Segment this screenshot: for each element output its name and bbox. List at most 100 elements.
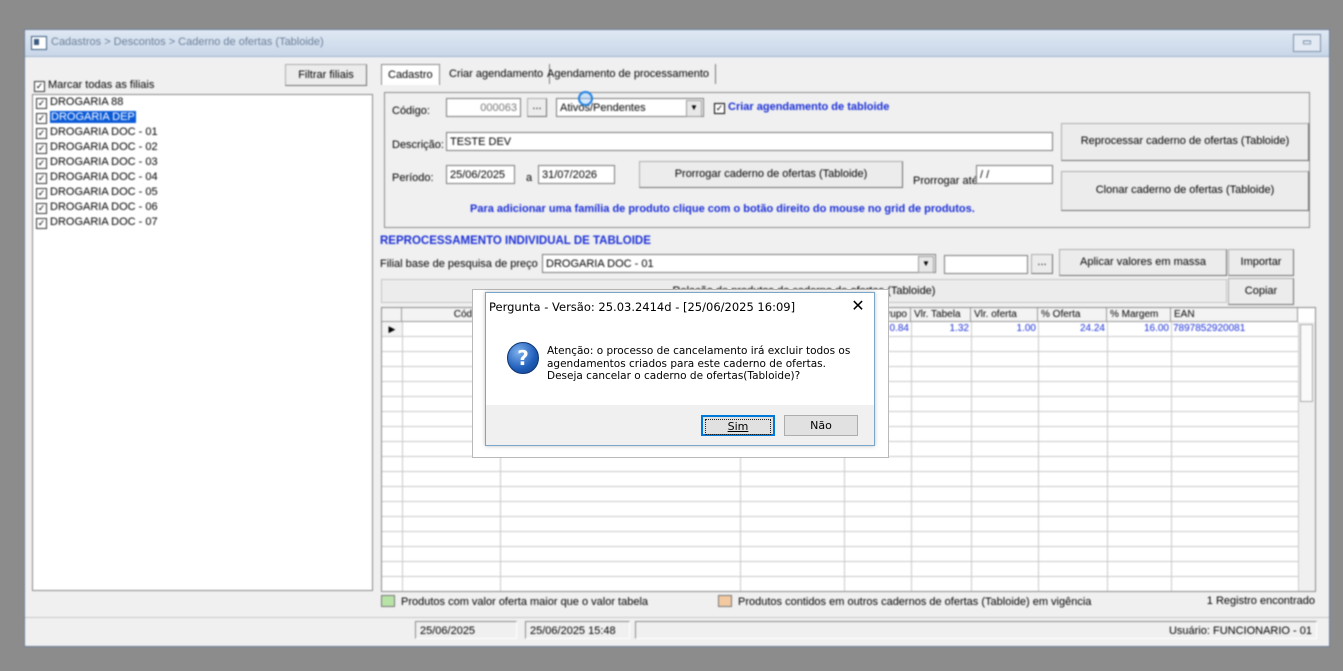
cell-pct-oferta[interactable]: 24.24 [1038,322,1107,336]
status-date: 25/06/2025 [415,621,517,639]
filial-item[interactable]: ✓ DROGARIA DOC - 03 [33,155,372,170]
filial-item[interactable]: ✓ DROGARIA DOC - 02 [33,140,372,155]
grid-row-line [382,486,1298,487]
status-datetime: 25/06/2025 15:48 [525,621,630,639]
codigo-browse-button[interactable]: ... [527,98,547,117]
filial-browse-button[interactable]: ... [1031,254,1053,274]
grid-row-line [382,471,1298,472]
tab-criar-agendamento[interactable]: Criar agendamento [443,64,551,84]
descricao-field[interactable]: TESTE DEV [446,132,1053,151]
chevron-down-icon[interactable]: ▼ [918,256,934,273]
filial-item[interactable]: ✓ DROGARIA DOC - 04 [33,170,372,185]
col-pct-oferta[interactable]: % Oferta [1038,308,1107,322]
grid-col-line [402,322,403,591]
importar-button[interactable]: Importar [1228,249,1294,276]
filial-base-value: DROGARIA DOC - 01 [546,258,654,270]
periodo-a-label: a [526,172,533,184]
legend-green-label: Produtos com valor oferta maior que o va… [401,596,649,608]
grid-row-line [382,546,1298,547]
filial-item[interactable]: ✓ DROGARIA 88 [33,95,372,110]
checkbox-checked-icon[interactable]: ✓ [36,113,47,124]
cadastro-panel: Código: 000063 ... Ativos/Pendentes ▼ ✓ C… [384,91,1310,228]
periodo-inicio-field[interactable]: 25/06/2025 [446,165,515,184]
app-icon [31,36,47,50]
grid-row-line [382,531,1298,532]
nao-label: Não [810,419,832,432]
filial-item-label: DROGARIA DEP [50,111,136,123]
copiar-button[interactable]: Copiar [1228,278,1294,305]
filial-item[interactable]: ✓ DROGARIA DOC - 05 [33,185,372,200]
record-count: 1 Registro encontrado [1206,595,1315,607]
col-vlr-tabela[interactable]: Vlr. Tabela [911,308,971,322]
filial-base-select[interactable]: DROGARIA DOC - 01 ▼ [542,254,936,273]
checkbox-checked-icon[interactable]: ✓ [36,158,47,169]
col-pct-margem[interactable]: % Margem [1107,308,1171,322]
criar-agendamento-checkbox[interactable]: ✓ Criar agendamento de tabloide [714,101,889,114]
checkbox-checked-icon[interactable]: ✓ [36,188,47,199]
periodo-label: Período: [392,172,434,184]
filial-item[interactable]: ✓ DROGARIA DOC - 07 [33,215,372,230]
criar-agendamento-label: Criar agendamento de tabloide [728,101,890,113]
legend-green: Produtos com valor oferta maior que o va… [381,595,648,608]
legend-orange-swatch [718,595,732,607]
filtrar-filiais-button[interactable]: Filtrar filiais [285,64,367,86]
descricao-label: Descrição: [392,139,444,151]
grid-col-line [971,322,972,591]
cell-vlr-tabela[interactable]: 1.32 [911,322,971,336]
grid-vertical-scrollbar[interactable] [1298,322,1315,591]
window-title: Cadastros > Descontos > Caderno de ofert… [51,36,324,48]
prorrogar-ate-field[interactable]: / / [976,165,1053,184]
col-ean[interactable]: EAN [1171,308,1298,322]
filial-code-field[interactable] [944,255,1028,274]
checkbox-checked-icon[interactable]: ✓ [36,203,47,214]
prorrogar-ate-label: Prorrogar até: [913,175,981,187]
nao-button[interactable]: Não [784,415,858,436]
filial-item-label: DROGARIA DOC - 06 [50,201,158,213]
filial-item[interactable]: ✓ DROGARIA DOC - 06 [33,200,372,215]
dialog-footer: Sim Não [486,405,874,445]
cell-ean[interactable]: 7897852920081 [1171,322,1298,336]
grid-col-line [1171,322,1172,591]
codigo-field[interactable]: 000063 [446,98,521,117]
chevron-down-icon[interactable]: ▼ [686,100,702,117]
legend-green-swatch [381,595,395,607]
periodo-fim-field[interactable]: 31/07/2026 [538,165,615,184]
select-all-filiais[interactable]: ✓ Marcar todas as filiais [34,79,154,92]
filiais-list[interactable]: ✓ DROGARIA 88 ✓ DROGARIA DEP ✓ DROGARIA DOC -… [32,94,373,591]
checkbox-checked-icon[interactable]: ✓ [36,143,47,154]
close-icon[interactable]: ✕ [850,296,866,315]
filial-item-label: DROGARIA DOC - 04 [50,171,158,183]
filial-item-label: DROGARIA DOC - 03 [50,156,158,168]
col-vlr-oferta[interactable]: Vlr. oferta [971,308,1038,322]
codigo-label: Código: [392,105,430,117]
question-icon: ? [507,342,539,374]
grid-row-line [382,576,1298,577]
cell-pct-margem[interactable]: 16.00 [1107,322,1171,336]
filial-item-label: DROGARIA DOC - 02 [50,141,158,153]
restore-window-icon[interactable]: ▭ [1293,34,1321,52]
reprocessar-button[interactable]: Reprocessar caderno de ofertas (Tabloide… [1061,123,1309,161]
filial-item[interactable]: ✓ DROGARIA DOC - 01 [33,125,372,140]
sim-button[interactable]: Sim [701,415,775,436]
grid-col-line [1038,322,1039,591]
checkbox-checked-icon[interactable]: ✓ [36,218,47,229]
clonar-button[interactable]: Clonar caderno de ofertas (Tabloide) [1061,171,1309,211]
tab-cadastro[interactable]: Cadastro [381,64,440,85]
aplicar-valores-button[interactable]: Aplicar valores em massa [1059,249,1227,276]
filial-item-label: DROGARIA DOC - 07 [50,216,158,228]
filial-item[interactable]: ✓ DROGARIA DEP [33,110,372,125]
dialog-title: Pergunta - Versão: 25.03.2414d - [25/06/… [489,300,796,314]
dialog-titlebar: Pergunta - Versão: 25.03.2414d - [25/06/… [486,293,874,321]
status-divider [25,617,1329,618]
checkbox-checked-icon[interactable]: ✓ [36,128,47,139]
prorrogar-button[interactable]: Prorrogar caderno de ofertas (Tabloide) [639,161,903,188]
tab-agendamento-processamento[interactable]: Agendamento de processamento [541,64,717,84]
checkbox-checked-icon[interactable]: ✓ [34,81,45,92]
checkbox-checked-icon[interactable]: ✓ [36,173,47,184]
checkbox-checked-icon[interactable]: ✓ [36,98,47,109]
scrollbar-thumb[interactable] [1300,324,1313,402]
grid-row-line [382,516,1298,517]
cell-vlr-oferta[interactable]: 1.00 [971,322,1038,336]
legend-orange: Produtos contidos em outros cadernos de … [718,595,1091,608]
checkbox-checked-icon[interactable]: ✓ [714,103,725,114]
